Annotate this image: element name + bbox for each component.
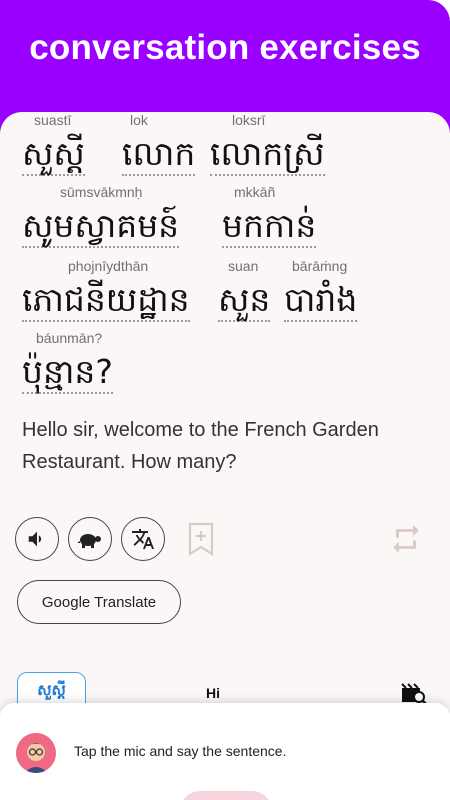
avatar [16, 733, 56, 773]
bookmark-button[interactable] [186, 520, 216, 558]
word-romanization: lok [130, 112, 148, 128]
word-romanization: suastī [34, 112, 72, 128]
word-romanization: bārāṁng [292, 258, 348, 274]
word-khmer: ប៉ុន្មាន? [22, 352, 113, 394]
page-title: conversation exercises [29, 28, 421, 67]
bottom-sheet: Tap the mic and say the sentence. [0, 703, 450, 800]
word-khmer: បារាំង [284, 280, 358, 322]
hint-label: Hi [206, 685, 220, 701]
bookmark-add-icon [188, 522, 214, 556]
video-search-icon [401, 683, 427, 705]
translate-icon [132, 529, 154, 549]
turtle-icon [77, 534, 101, 548]
avatar-illustration-icon [16, 733, 56, 773]
word-romanization: mkkāñ [234, 184, 276, 200]
mic-button[interactable] [180, 791, 272, 800]
word-khmer: សួន [218, 280, 271, 322]
word-romanization: suan [228, 258, 259, 274]
play-slow-button[interactable] [68, 517, 112, 561]
translate-button[interactable] [121, 517, 165, 561]
repeat-button[interactable] [386, 520, 426, 558]
mic-instruction: Tap the mic and say the sentence. [74, 743, 287, 759]
word-khmer: លោកស្រី [210, 134, 325, 176]
word-romanization: báunmān? [36, 330, 103, 346]
word-khmer: លោក [122, 134, 196, 176]
word-romanization: loksrī [232, 112, 266, 128]
word-khmer: សួស្តី [22, 134, 85, 176]
word-romanization: sūmsvākmnḥ [60, 184, 143, 200]
word-khmer: ភោជនីយដ្ឋាន [22, 280, 190, 322]
repeat-icon [393, 524, 419, 554]
translation-text: Hello sir, welcome to the French Garden … [22, 419, 379, 473]
word-romanization: phojnīydthān [68, 258, 149, 274]
word-khmer: សូមស្វាគមន៍ [22, 206, 180, 248]
speaker-icon [28, 531, 42, 547]
word-khmer: មកកាន់ [222, 206, 317, 248]
google-translate-button[interactable]: Google Translate [17, 580, 181, 624]
play-audio-button[interactable] [15, 517, 59, 561]
